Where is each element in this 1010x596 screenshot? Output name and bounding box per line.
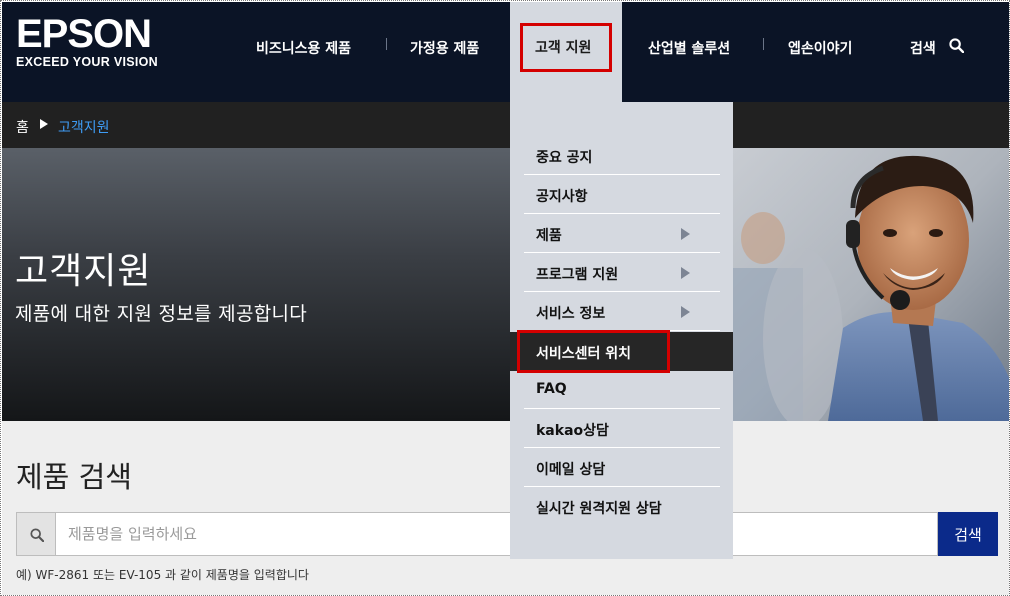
submenu-arrow-icon <box>681 228 690 240</box>
menu-item-remote-support[interactable]: 실시간 원격지원 상담 <box>524 487 720 526</box>
menu-item-important-notice[interactable]: 중요 공지 <box>524 136 720 175</box>
nav-home-products[interactable]: 가정용 제품 <box>410 38 479 58</box>
search-icon <box>949 38 964 57</box>
breadcrumb-home[interactable]: 홈 <box>16 117 29 137</box>
hero-subtitle: 제품에 대한 지원 정보를 제공합니다 <box>15 303 308 325</box>
menu-item-service-info[interactable]: 서비스 정보 <box>524 292 720 331</box>
menu-item-label: 공지사항 <box>536 189 588 205</box>
menu-item-kakao-chat[interactable]: kakao상담 <box>524 409 720 448</box>
menu-item-label: 이메일 상담 <box>536 462 606 478</box>
menu-item-program-support[interactable]: 프로그램 지원 <box>524 253 720 292</box>
annotation-box-service-center <box>517 330 670 373</box>
product-search-input[interactable] <box>56 512 938 556</box>
submenu-arrow-icon <box>681 306 690 318</box>
menu-item-faq[interactable]: FAQ <box>524 370 720 409</box>
nav-business-products[interactable]: 비즈니스용 제품 <box>256 38 351 58</box>
search-icon-box <box>16 512 56 556</box>
epson-logo[interactable]: EPSON EXCEED YOUR VISION <box>16 12 159 69</box>
menu-item-label: 실시간 원격지원 상담 <box>536 501 662 517</box>
hero-banner: 고객지원 제품에 대한 지원 정보를 제공합니다 <box>2 148 1009 421</box>
product-search-title: 제품 검색 <box>16 460 132 494</box>
annotation-box-customer-support <box>520 23 612 72</box>
menu-item-notices[interactable]: 공지사항 <box>524 175 720 214</box>
nav-divider <box>386 38 387 50</box>
menu-item-email-support[interactable]: 이메일 상담 <box>524 448 720 487</box>
breadcrumb-arrow-icon <box>40 119 48 129</box>
breadcrumb: 홈 고객지원 <box>2 102 1009 148</box>
menu-item-label: 중요 공지 <box>536 150 593 166</box>
product-search-bar: 검색 <box>16 512 998 556</box>
logo-wordmark: EPSON <box>16 12 152 56</box>
nav-search[interactable]: 검색 <box>910 38 964 58</box>
menu-item-label: FAQ <box>536 381 567 397</box>
search-icon <box>30 528 44 542</box>
nav-epson-story[interactable]: 엡손이야기 <box>788 38 852 58</box>
logo-tagline: EXCEED YOUR VISION <box>16 55 159 69</box>
support-agent-photo <box>733 148 1009 421</box>
site-header: EPSON EXCEED YOUR VISION 비즈니스용 제품 가정용 제품… <box>2 2 1009 102</box>
product-search-section: 제품 검색 검색 예) WF-2861 또는 EV-105 과 같이 제품명을 … <box>2 421 1009 595</box>
hero-title: 고객지원 <box>15 251 152 292</box>
nav-industry-solutions[interactable]: 산업별 솔루션 <box>648 38 730 58</box>
menu-item-label: kakao상담 <box>536 423 609 439</box>
menu-item-label: 제품 <box>536 228 562 244</box>
product-search-button[interactable]: 검색 <box>938 512 998 556</box>
breadcrumb-current[interactable]: 고객지원 <box>58 117 110 137</box>
page-frame: EPSON EXCEED YOUR VISION 비즈니스용 제품 가정용 제품… <box>0 0 1010 596</box>
menu-item-label: 프로그램 지원 <box>536 267 619 283</box>
menu-item-label: 서비스 정보 <box>536 306 606 322</box>
product-search-hint: 예) WF-2861 또는 EV-105 과 같이 제품명을 입력합니다 <box>16 568 309 582</box>
nav-search-label: 검색 <box>910 41 936 57</box>
submenu-arrow-icon <box>681 267 690 279</box>
nav-divider <box>763 38 764 50</box>
menu-item-products[interactable]: 제품 <box>524 214 720 253</box>
